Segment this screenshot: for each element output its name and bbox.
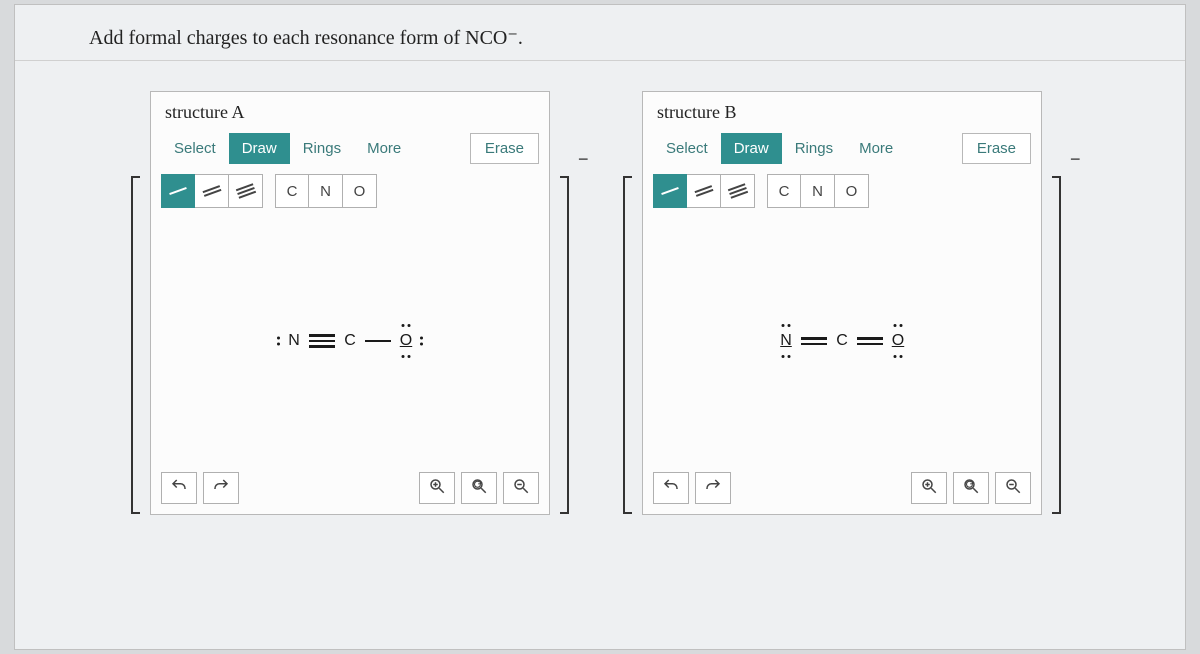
bond-2-button[interactable] xyxy=(195,174,229,208)
reset-zoom-button[interactable] xyxy=(461,472,497,504)
bond-1-button[interactable] xyxy=(161,174,195,208)
lone-pair xyxy=(782,355,791,358)
erase-button[interactable]: Erase xyxy=(962,133,1031,164)
tab-rings[interactable]: Rings xyxy=(290,133,354,164)
redo-icon xyxy=(704,477,722,500)
reset-zoom-icon xyxy=(962,477,980,500)
lone-pair xyxy=(402,324,411,327)
element-O-button[interactable]: O xyxy=(343,174,377,208)
editor-title: structure B xyxy=(643,92,1041,129)
erase-button[interactable]: Erase xyxy=(470,133,539,164)
bracket-right xyxy=(1050,155,1064,515)
zoom-in-button[interactable] xyxy=(911,472,947,504)
atom-C[interactable]: C xyxy=(833,332,851,350)
atom-N[interactable]: N xyxy=(777,332,795,350)
atom-N[interactable]: N xyxy=(285,332,303,350)
element-C-button[interactable]: C xyxy=(767,174,801,208)
tool-toolbar: CNO xyxy=(151,168,549,216)
redo-button[interactable] xyxy=(203,472,239,504)
mode-toolbar: SelectDrawRingsMore Erase xyxy=(151,129,549,168)
question-prompt: Add formal charges to each resonance for… xyxy=(15,5,1185,61)
bond-3[interactable] xyxy=(309,334,335,348)
bond-3-button[interactable] xyxy=(721,174,755,208)
drawing-canvas[interactable]: NCO xyxy=(643,216,1041,466)
zoom-out-icon xyxy=(1004,477,1022,500)
bracket-left xyxy=(128,155,142,515)
redo-button[interactable] xyxy=(695,472,731,504)
element-N-button[interactable]: N xyxy=(801,174,835,208)
element-group: CNO xyxy=(767,174,869,208)
element-group: CNO xyxy=(275,174,377,208)
zoom-in-button[interactable] xyxy=(419,472,455,504)
bond-1-button[interactable] xyxy=(653,174,687,208)
tab-draw[interactable]: Draw xyxy=(721,133,782,164)
atom-O[interactable]: O xyxy=(397,332,415,350)
undo-icon xyxy=(662,477,680,500)
tool-toolbar: CNO xyxy=(643,168,1041,216)
bond-group xyxy=(161,174,263,208)
zoom-out-icon xyxy=(512,477,530,500)
tab-more[interactable]: More xyxy=(354,133,414,164)
lone-pair xyxy=(277,337,280,346)
bond-2-button[interactable] xyxy=(687,174,721,208)
tab-rings[interactable]: Rings xyxy=(782,133,846,164)
redo-icon xyxy=(212,477,230,500)
zoom-in-icon xyxy=(428,477,446,500)
tab-select[interactable]: Select xyxy=(653,133,721,164)
zoom-out-button[interactable] xyxy=(995,472,1031,504)
bracket-left xyxy=(620,155,634,515)
footer-toolbar xyxy=(151,466,549,514)
atom-C[interactable]: C xyxy=(341,332,359,350)
bond-2[interactable] xyxy=(801,337,827,345)
element-C-button[interactable]: C xyxy=(275,174,309,208)
zoom-in-icon xyxy=(920,477,938,500)
bond-2[interactable] xyxy=(857,337,883,345)
lone-pair xyxy=(420,337,423,346)
molecule: NCO xyxy=(285,332,415,350)
structure-editor-0: structure A SelectDrawRingsMore Erase CN… xyxy=(150,91,550,515)
lone-pair xyxy=(782,324,791,327)
lone-pair xyxy=(894,324,903,327)
atom-O[interactable]: O xyxy=(889,332,907,350)
structure-editor-1: structure B SelectDrawRingsMore Erase CN… xyxy=(642,91,1042,515)
drawing-canvas[interactable]: NCO xyxy=(151,216,549,466)
reset-zoom-button[interactable] xyxy=(953,472,989,504)
tab-more[interactable]: More xyxy=(846,133,906,164)
footer-toolbar xyxy=(643,466,1041,514)
element-O-button[interactable]: O xyxy=(835,174,869,208)
tab-select[interactable]: Select xyxy=(161,133,229,164)
zoom-out-button[interactable] xyxy=(503,472,539,504)
undo-button[interactable] xyxy=(161,472,197,504)
reset-zoom-icon xyxy=(470,477,488,500)
lone-pair xyxy=(894,355,903,358)
bond-1[interactable] xyxy=(365,340,391,343)
editor-title: structure A xyxy=(151,92,549,129)
undo-icon xyxy=(170,477,188,500)
element-N-button[interactable]: N xyxy=(309,174,343,208)
lone-pair xyxy=(402,355,411,358)
bond-group xyxy=(653,174,755,208)
bracket-right xyxy=(558,155,572,515)
tab-draw[interactable]: Draw xyxy=(229,133,290,164)
mode-toolbar: SelectDrawRingsMore Erase xyxy=(643,129,1041,168)
bond-3-button[interactable] xyxy=(229,174,263,208)
molecule: NCO xyxy=(777,332,907,350)
undo-button[interactable] xyxy=(653,472,689,504)
